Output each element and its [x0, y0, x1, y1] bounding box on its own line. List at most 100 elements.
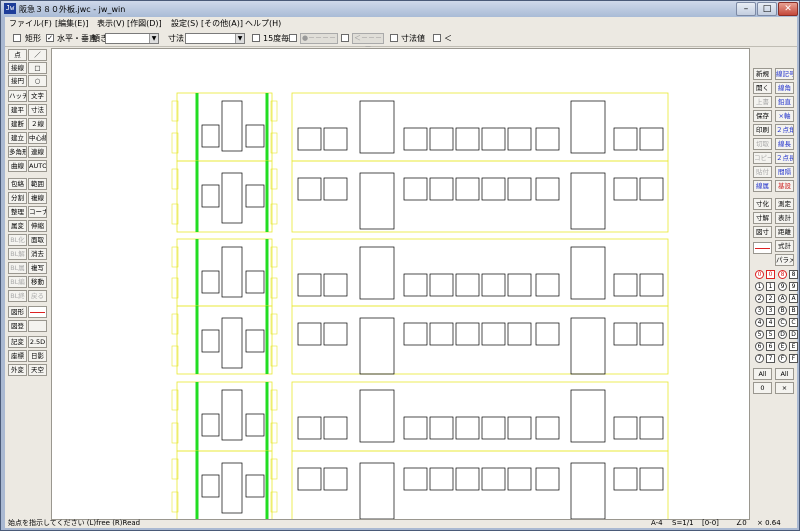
door-rect[interactable] — [570, 317, 606, 375]
panel-outline[interactable] — [176, 238, 273, 307]
layer-group-button[interactable]: F — [789, 354, 798, 363]
window-rect[interactable] — [297, 177, 322, 201]
window-rect[interactable] — [297, 273, 322, 297]
left-tool-button[interactable]: 文字 — [28, 90, 47, 102]
left-tool-button[interactable]: BL化 — [8, 234, 27, 246]
right-tool-button[interactable]: 式計 — [775, 240, 794, 252]
panel-outline[interactable] — [291, 92, 669, 162]
layer-button[interactable]: 8 — [778, 270, 787, 279]
door-rect[interactable] — [221, 100, 243, 152]
layer-group-button[interactable]: B — [789, 306, 798, 315]
left-tool-button[interactable]: 複線 — [28, 192, 47, 204]
window-rect[interactable] — [481, 177, 506, 201]
panel-outline[interactable] — [291, 238, 669, 307]
left-tool-button[interactable]: BL編 — [8, 276, 27, 288]
door-rect[interactable] — [221, 172, 243, 224]
layer-all-button[interactable]: 0 — [753, 382, 772, 394]
window-rect[interactable] — [201, 270, 220, 294]
left-tool-button[interactable]: 建立 — [8, 132, 27, 144]
left-tool-button[interactable]: 整理 — [8, 206, 27, 218]
left-tool-button[interactable]: 包絡 — [8, 178, 27, 190]
layer-button[interactable]: 4 — [755, 318, 764, 327]
window-rect[interactable] — [323, 322, 348, 346]
window-rect[interactable] — [403, 416, 428, 440]
left-tool-button[interactable] — [28, 320, 47, 332]
layer-button[interactable]: F — [778, 354, 787, 363]
panel-outline[interactable] — [291, 160, 669, 233]
layer-group-button[interactable]: 9 — [789, 282, 798, 291]
left-tool-button[interactable]: ２線 — [28, 118, 47, 130]
window-rect[interactable] — [639, 127, 664, 151]
window-rect[interactable] — [455, 127, 480, 151]
window-rect[interactable] — [535, 273, 560, 297]
window-rect[interactable] — [481, 322, 506, 346]
layer-button[interactable]: C — [778, 318, 787, 327]
right-tool-button[interactable]: 線長 — [775, 138, 794, 150]
window-rect[interactable] — [201, 474, 220, 498]
window-rect[interactable] — [535, 322, 560, 346]
left-tool-button[interactable]: 接線 — [8, 62, 27, 74]
left-tool-button[interactable]: 寸法 — [28, 104, 47, 116]
status-paper[interactable]: A-4 — [651, 519, 663, 528]
layer-button[interactable]: 2 — [755, 294, 764, 303]
left-tool-button[interactable]: 戻る — [28, 290, 47, 302]
right-tool-button[interactable]: 基設 — [775, 180, 794, 192]
window-rect[interactable] — [535, 127, 560, 151]
door-rect[interactable] — [221, 317, 243, 369]
window-rect[interactable] — [639, 273, 664, 297]
window-rect[interactable] — [245, 124, 265, 148]
minimize-button[interactable]: – — [736, 2, 756, 16]
layer-group-button[interactable]: 2 — [766, 294, 775, 303]
left-tool-button[interactable]: 記変 — [8, 336, 27, 348]
layer-button[interactable]: 7 — [755, 354, 764, 363]
window-rect[interactable] — [507, 322, 532, 346]
layer-group-button[interactable]: 1 — [766, 282, 775, 291]
left-tool-button[interactable]: 面取 — [28, 234, 47, 246]
left-tool-button[interactable]: 建平 — [8, 104, 27, 116]
window-rect[interactable] — [297, 416, 322, 440]
layer-group-button[interactable]: 3 — [766, 306, 775, 315]
layer-group-button[interactable]: 0 — [766, 270, 775, 279]
window-rect[interactable] — [455, 416, 480, 440]
layer-button[interactable]: B — [778, 306, 787, 315]
window-rect[interactable] — [245, 184, 265, 208]
dimval-checkbox[interactable] — [390, 34, 398, 42]
layer-group-button[interactable]: D — [789, 330, 798, 339]
window-rect[interactable] — [535, 177, 560, 201]
window-rect[interactable] — [507, 467, 532, 491]
right-tool-button[interactable]: 測定 — [775, 198, 794, 210]
left-tool-button[interactable]: 点 — [8, 49, 27, 61]
door-rect[interactable] — [221, 389, 243, 441]
left-tool-button[interactable]: 中心線 — [28, 132, 47, 144]
window-rect[interactable] — [403, 127, 428, 151]
tilt-combo[interactable]: ▼ — [105, 33, 159, 44]
window-rect[interactable] — [535, 416, 560, 440]
door-rect[interactable] — [570, 172, 606, 230]
door-rect[interactable] — [221, 246, 243, 298]
window-rect[interactable] — [323, 273, 348, 297]
window-rect[interactable] — [245, 270, 265, 294]
line-type-sample[interactable] — [753, 242, 772, 254]
window-rect[interactable] — [429, 416, 454, 440]
dim-combo[interactable]: ▼ — [185, 33, 245, 44]
left-tool-button[interactable]: ／ — [28, 49, 47, 61]
panel-outline[interactable] — [291, 450, 669, 520]
window-rect[interactable] — [429, 322, 454, 346]
window-rect[interactable] — [323, 127, 348, 151]
menu-file[interactable]: ファイル(F) — [9, 18, 52, 29]
left-tool-button[interactable]: □ — [28, 62, 47, 74]
window-rect[interactable] — [535, 467, 560, 491]
layer-button[interactable]: A — [778, 294, 787, 303]
right-tool-button[interactable]: 上書 — [753, 96, 772, 108]
line-type-sample[interactable] — [28, 306, 47, 318]
layer-group-button[interactable]: 8 — [789, 270, 798, 279]
status-layer[interactable]: [0-0] — [702, 519, 719, 528]
panel-outline[interactable] — [176, 450, 273, 520]
right-tool-button[interactable]: 線属 — [753, 180, 772, 192]
door-rect[interactable] — [359, 172, 395, 230]
maximize-button[interactable]: □ — [757, 2, 777, 16]
right-tool-button[interactable]: 貼付 — [753, 166, 772, 178]
window-rect[interactable] — [639, 467, 664, 491]
chevron-down-icon[interactable]: ▼ — [235, 34, 244, 43]
door-rect[interactable] — [359, 100, 395, 154]
